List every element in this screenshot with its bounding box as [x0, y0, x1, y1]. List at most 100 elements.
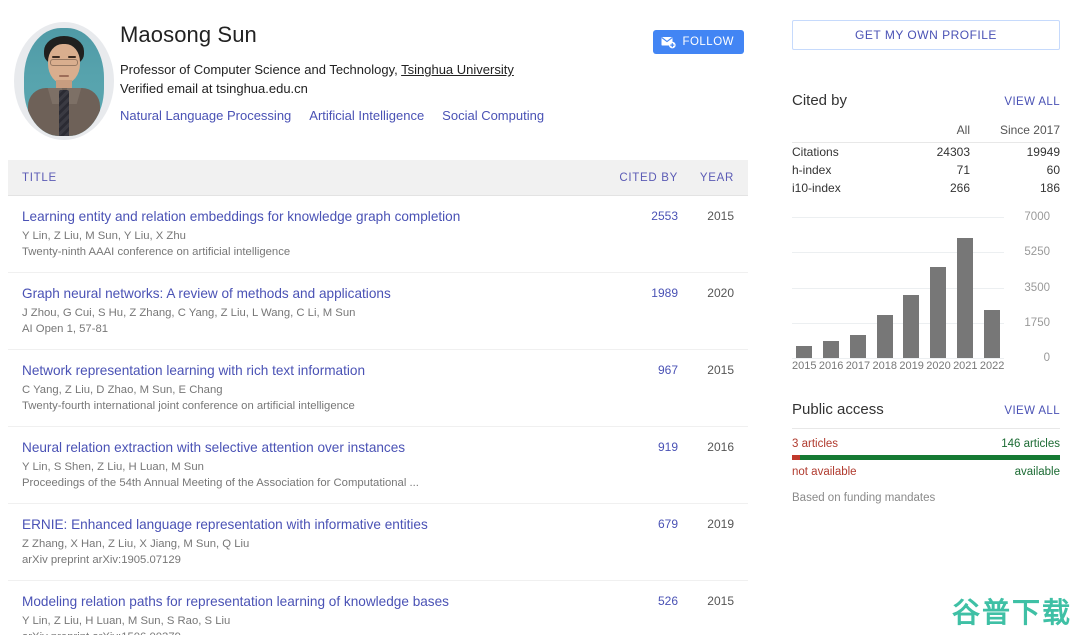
- publication-title-link[interactable]: Graph neural networks: A review of metho…: [22, 285, 594, 303]
- chart-x-tick-label: 2018: [872, 360, 898, 372]
- cited-by-count-link[interactable]: 1989: [651, 286, 678, 300]
- public-access-note: Based on funding mandates: [792, 492, 936, 504]
- get-my-own-profile-button[interactable]: GET MY OWN PROFILE: [792, 20, 1060, 50]
- affiliation-link[interactable]: Tsinghua University: [401, 62, 514, 77]
- chart-bar-2015[interactable]: [796, 345, 812, 358]
- chart-bar-2019[interactable]: [903, 294, 920, 358]
- column-header-title[interactable]: TITLE: [22, 172, 604, 184]
- metrics-header-since: Since 2017: [970, 119, 1060, 143]
- publication-authors: J Zhou, G Cui, S Hu, Z Zhang, C Yang, Z …: [22, 307, 356, 319]
- avatar-brow-left: [52, 56, 60, 58]
- row-main: ERNIE: Enhanced language representation …: [22, 516, 604, 568]
- chart-x-tick-label: 2019: [899, 360, 924, 372]
- chart-bar-2017[interactable]: [849, 335, 866, 358]
- interest-tag-0[interactable]: Natural Language Processing: [120, 108, 291, 123]
- publication-title-link[interactable]: Learning entity and relation embeddings …: [22, 208, 594, 226]
- public-access-view-all-link[interactable]: VIEW ALL: [1004, 405, 1060, 417]
- chart-bar-2018[interactable]: [876, 315, 893, 358]
- publication-year: 2019: [707, 517, 734, 531]
- row-main: Graph neural networks: A review of metho…: [22, 285, 604, 337]
- avatar-glasses: [50, 59, 78, 66]
- cited-by-count-link[interactable]: 919: [658, 440, 678, 454]
- public-access-counts: 3 articles 146 articles: [792, 438, 1060, 450]
- interests-list: Natural Language Processing Artificial In…: [120, 108, 780, 123]
- available-count-link[interactable]: 146 articles: [1001, 438, 1060, 450]
- chart-y-tick-label: 7000: [1024, 211, 1050, 223]
- publications-table: TITLE CITED BY YEAR Learning entity and …: [8, 160, 748, 635]
- chart-plot-area: [792, 217, 1004, 359]
- table-row: Graph neural networks: A review of metho…: [8, 273, 748, 350]
- follow-button[interactable]: FOLLOW: [653, 30, 744, 54]
- public-access-divider: [792, 428, 1060, 429]
- main-column: Maosong Sun Professor of Computer Scienc…: [0, 0, 780, 635]
- profile-header: Maosong Sun Professor of Computer Scienc…: [8, 0, 780, 140]
- chart-bar-2020[interactable]: [930, 267, 947, 358]
- cited-by-count-link[interactable]: 967: [658, 363, 678, 377]
- chart-bars: [792, 217, 1004, 358]
- chart-y-axis-labels: 0 1750 3500 5250 7000: [1010, 211, 1050, 364]
- table-row: Neural relation extraction with selectiv…: [8, 427, 748, 504]
- metric-value-since: 19949: [1026, 145, 1060, 159]
- follow-button-label: FOLLOW: [682, 36, 734, 48]
- verified-email: Verified email at tsinghua.edu.cn: [120, 81, 308, 96]
- metrics-header-blank: [792, 119, 888, 143]
- publication-venue: arXiv preprint arXiv:1905.07129: [22, 554, 181, 566]
- publication-title-link[interactable]: Modeling relation paths for representati…: [22, 593, 594, 611]
- cited-by-count-link[interactable]: 2553: [651, 209, 678, 223]
- publication-year: 2016: [707, 440, 734, 454]
- row-main: Network representation learning with ric…: [22, 362, 604, 414]
- chart-x-tick-label: 2021: [953, 360, 978, 372]
- avatar-container: [8, 14, 120, 140]
- avatar-photo: [24, 28, 104, 136]
- interest-tag-2[interactable]: Social Computing: [442, 108, 544, 123]
- publication-authors: Z Zhang, X Han, Z Liu, X Jiang, M Sun, Q…: [22, 538, 250, 550]
- interest-tag-1[interactable]: Artificial Intelligence: [309, 108, 424, 123]
- cited-by-count-link[interactable]: 526: [658, 594, 678, 608]
- publication-year: 2015: [707, 209, 734, 223]
- row-main: Learning entity and relation embeddings …: [22, 208, 604, 260]
- publication-year: 2015: [707, 594, 734, 608]
- chart-bar-2016[interactable]: [822, 341, 839, 358]
- metric-label: Citations: [792, 145, 839, 159]
- table-body: Learning entity and relation embeddings …: [8, 196, 748, 635]
- public-access-bar-available: [800, 455, 1060, 460]
- cited-by-count-link[interactable]: 679: [658, 517, 678, 531]
- publication-venue: Twenty-ninth AAAI conference on artifici…: [22, 246, 291, 258]
- sidebar: GET MY OWN PROFILE Cited by VIEW ALL All…: [780, 0, 1080, 635]
- watermark: 谷普下载: [951, 596, 1072, 629]
- chart-x-tick-label: 2020: [926, 360, 951, 372]
- publication-authors: Y Lin, Z Liu, M Sun, Y Liu, X Zhu: [22, 230, 186, 242]
- publication-year: 2020: [707, 286, 734, 300]
- publication-authors: Y Lin, Z Liu, H Luan, M Sun, S Rao, S Li…: [22, 615, 231, 627]
- metric-value-since: 186: [1039, 181, 1060, 195]
- table-row: Learning entity and relation embeddings …: [8, 196, 748, 273]
- public-access-bar: [792, 455, 1060, 460]
- chart-gridline: [792, 358, 1004, 359]
- publication-venue: AI Open 1, 57-81: [22, 323, 109, 335]
- not-available-count-link[interactable]: 3 articles: [792, 438, 838, 450]
- publication-cited-by: 2553: [604, 208, 678, 260]
- metric-value-all: 266: [949, 181, 970, 195]
- column-header-cited-by[interactable]: CITED BY: [604, 172, 678, 184]
- cited-by-view-all-link[interactable]: VIEW ALL: [1004, 96, 1060, 108]
- avatar-brow-right: [68, 56, 76, 58]
- chart-y-tick-label: 3500: [1024, 281, 1050, 294]
- affiliation-text: Professor of Computer Science and Techno…: [120, 62, 402, 77]
- publication-title-link[interactable]: ERNIE: Enhanced language representation …: [22, 516, 594, 534]
- publication-authors: C Yang, Z Liu, D Zhao, M Sun, E Chang: [22, 384, 223, 396]
- table-header-row: TITLE CITED BY YEAR: [8, 160, 748, 196]
- chart-bar-2022[interactable]: [983, 309, 1000, 358]
- column-header-year[interactable]: YEAR: [678, 172, 734, 184]
- public-access-bar-not-available: [792, 455, 801, 460]
- publication-title-link[interactable]: Network representation learning with ric…: [22, 362, 594, 380]
- table-row: Network representation learning with ric…: [8, 350, 748, 427]
- row-main: Neural relation extraction with selectiv…: [22, 439, 604, 491]
- cited-by-section-header: Cited by VIEW ALL: [792, 92, 1060, 109]
- chart-bar-2021[interactable]: [957, 238, 974, 358]
- publication-venue: Twenty-fourth international joint confer…: [22, 400, 355, 412]
- publication-title-link[interactable]: Neural relation extraction with selectiv…: [22, 439, 594, 457]
- avatar[interactable]: [14, 22, 114, 140]
- table-row: Modeling relation paths for representati…: [8, 581, 748, 635]
- metric-value-since: 60: [1046, 163, 1060, 177]
- publication-cited-by: 679: [604, 516, 678, 568]
